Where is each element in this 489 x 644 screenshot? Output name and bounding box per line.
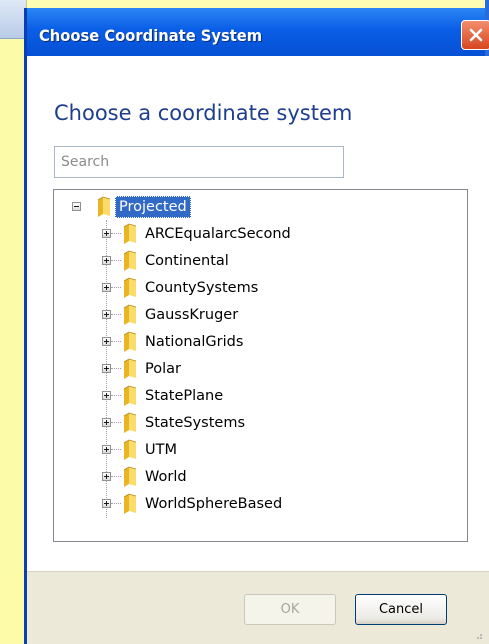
- ok-button[interactable]: OK: [244, 594, 336, 625]
- tree-node-projected[interactable]: Projected: [72, 193, 191, 220]
- expand-plus-icon[interactable]: [102, 391, 111, 400]
- tree-connector: [111, 340, 121, 343]
- folder-icon: [123, 223, 137, 244]
- tree-node-label[interactable]: ARCEqualarcSecond: [145, 224, 291, 244]
- expand-plus-icon[interactable]: [102, 418, 111, 427]
- dialog-body: Choose a coordinate system Projected ARC…: [27, 56, 489, 644]
- background-app-panel: [0, 0, 27, 644]
- tree-connector: [111, 502, 121, 505]
- folder-icon: [123, 277, 137, 298]
- expand-plus-icon[interactable]: [102, 337, 111, 346]
- tree-connector: [111, 286, 121, 289]
- cancel-button[interactable]: Cancel: [355, 594, 447, 625]
- folder-icon: [123, 304, 137, 325]
- tree-node[interactable]: GaussKruger: [102, 301, 238, 328]
- tree-node[interactable]: WorldSphereBased: [102, 490, 282, 517]
- expand-plus-icon[interactable]: [102, 229, 111, 238]
- tree-node-label[interactable]: GaussKruger: [145, 305, 238, 325]
- tree-node-label[interactable]: WorldSphereBased: [145, 494, 282, 514]
- dialog-titlebar[interactable]: Choose Coordinate System: [27, 8, 489, 56]
- coordinate-system-tree[interactable]: Projected ARCEqualarcSecond Continental Co…: [53, 189, 468, 542]
- tree-node-label[interactable]: Continental: [145, 251, 229, 271]
- tree-node-label[interactable]: World: [145, 467, 187, 487]
- collapse-minus-icon[interactable]: [72, 202, 81, 211]
- tree-node-label[interactable]: Polar: [145, 359, 181, 379]
- resize-grip-icon[interactable]: [473, 630, 483, 640]
- tree-node[interactable]: NationalGrids: [102, 328, 243, 355]
- tree-node[interactable]: Continental: [102, 247, 229, 274]
- folder-icon: [123, 412, 137, 433]
- folder-icon: [123, 466, 137, 487]
- tree-node-label[interactable]: UTM: [145, 440, 177, 460]
- tree-node-label[interactable]: StateSystems: [145, 413, 245, 433]
- tree-node[interactable]: StateSystems: [102, 409, 245, 436]
- dialog-heading: Choose a coordinate system: [54, 101, 353, 125]
- folder-icon: [97, 196, 111, 217]
- tree-node[interactable]: ARCEqualarcSecond: [102, 220, 291, 247]
- tree-connector: [111, 475, 121, 478]
- tree-node-label[interactable]: Projected: [115, 195, 191, 218]
- close-icon: [469, 28, 483, 42]
- tree-connector: [111, 394, 121, 397]
- folder-icon: [123, 439, 137, 460]
- expand-plus-icon[interactable]: [102, 256, 111, 265]
- expand-plus-icon[interactable]: [102, 364, 111, 373]
- tree-node[interactable]: StatePlane: [102, 382, 223, 409]
- folder-icon: [123, 358, 137, 379]
- folder-icon: [123, 493, 137, 514]
- tree-connector: [111, 259, 121, 262]
- tree-node[interactable]: World: [102, 463, 187, 490]
- tree-node[interactable]: Polar: [102, 355, 181, 382]
- expand-plus-icon[interactable]: [102, 310, 111, 319]
- folder-icon: [123, 331, 137, 352]
- expand-plus-icon[interactable]: [102, 472, 111, 481]
- tree-connector: [111, 232, 121, 235]
- search-input[interactable]: [54, 146, 344, 178]
- choose-coordinate-system-dialog: Choose Coordinate System Choose a coordi…: [24, 8, 489, 644]
- expand-plus-icon[interactable]: [102, 283, 111, 292]
- background-app-toolbar: [0, 0, 26, 39]
- dialog-footer: OK Cancel: [27, 571, 489, 644]
- tree-node-label[interactable]: StatePlane: [145, 386, 223, 406]
- expand-plus-icon[interactable]: [102, 499, 111, 508]
- dialog-title: Choose Coordinate System: [39, 26, 263, 45]
- tree-connector: [111, 367, 121, 370]
- tree-node-label[interactable]: NationalGrids: [145, 332, 243, 352]
- expand-plus-icon[interactable]: [102, 445, 111, 454]
- tree-node[interactable]: CountySystems: [102, 274, 258, 301]
- folder-icon: [123, 385, 137, 406]
- close-button[interactable]: [461, 20, 489, 50]
- tree-node-label[interactable]: CountySystems: [145, 278, 258, 298]
- folder-icon: [123, 250, 137, 271]
- tree-node[interactable]: UTM: [102, 436, 177, 463]
- tree-connector: [111, 421, 121, 424]
- tree-connector: [111, 313, 121, 316]
- tree-connector: [111, 448, 121, 451]
